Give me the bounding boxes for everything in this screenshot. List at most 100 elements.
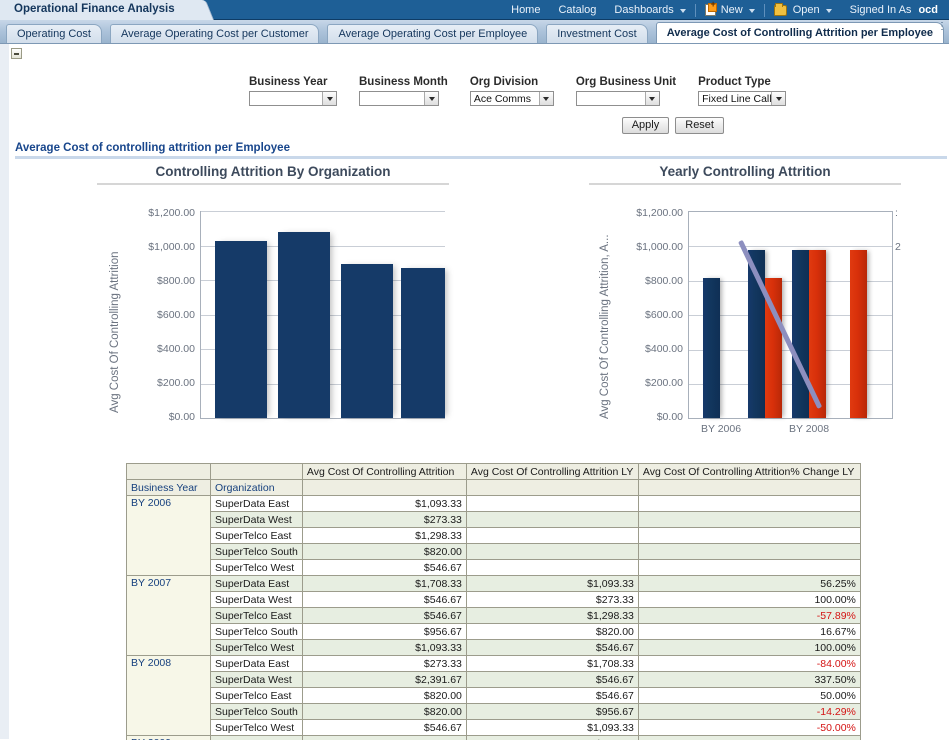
bar-by2006-current[interactable] [703,278,720,418]
nav-open[interactable]: Open [765,0,841,20]
bar-superdata-east[interactable] [215,241,267,418]
dashboard-page: Business Year Business Month Org Divisio… [0,44,949,740]
nav-dashboards[interactable]: Dashboards [605,0,694,20]
cell-organization: SuperTelco West [210,639,303,656]
cell-avg-cost: $820.00 [301,703,467,720]
bar-supertelco-east[interactable] [341,264,393,418]
cell-organization: SuperTelco East [210,687,303,704]
cell-organization: SuperTelco East [210,607,303,624]
chevron-down-icon[interactable] [322,92,336,105]
chart-plot [200,211,445,419]
table-row[interactable]: SuperTelco East $546.67 $1,298.33 -57.89… [127,607,861,624]
header-measure-1[interactable]: Avg Cost Of Controlling Attrition [301,463,467,480]
tab-investment-cost[interactable]: Investment Cost [546,24,648,43]
folder-icon [773,2,787,16]
business-month-select[interactable] [359,91,439,106]
tab-label: Operating Cost [17,28,91,40]
tab-avg-operating-cost-per-customer[interactable]: Average Operating Cost per Customer [109,24,320,43]
chevron-down-icon[interactable] [538,92,553,105]
section-collapse-toggle[interactable] [11,48,25,62]
table-row[interactable]: SuperTelco South $820.00 [127,543,861,560]
chevron-down-icon [825,9,832,13]
bar-supertelco-south[interactable] [401,268,445,418]
cell-avg-cost-ly: $820.00 [465,623,639,640]
table-row[interactable]: SuperTelco West $546.67 $1,093.33 -50.00… [127,719,861,736]
apply-button[interactable]: Apply [621,117,670,134]
table-row[interactable]: SuperData West $2,391.67 $546.67 337.50% [127,671,861,688]
y-tick-label: $1,000.00 [148,241,195,253]
table-row[interactable]: SuperTelco East $820.00 $546.67 50.00% [127,687,861,704]
tab-avg-cost-controlling-attrition-per-employee[interactable]: Average Cost of Controlling Attrition pe… [655,22,944,43]
business-year-select[interactable] [249,91,337,106]
header-business-year[interactable]: Business Year [126,479,211,496]
y-tick-label: $1,200.00 [148,207,195,219]
org-business-unit-select[interactable] [575,91,660,106]
table-row[interactable]: SuperTelco South $956.67 $820.00 16.67% [127,623,861,640]
signed-in-as[interactable]: Signed In As ocd [841,0,947,20]
table-row[interactable]: SuperData West $546.67 $273.33 100.00% [127,591,861,608]
signed-in-user: ocd [918,4,938,16]
cell-avg-cost: $273.33 [301,511,467,528]
cell-avg-cost-ly [465,527,639,544]
nav-open-label: Open [792,4,820,16]
tab-avg-operating-cost-per-employee[interactable]: Average Operating Cost per Employee [327,24,539,43]
table-row[interactable]: SuperTelco West $546.67 [127,559,861,576]
new-page-icon [704,0,717,16]
table-row[interactable]: SuperTelco West $1,093.33 $546.67 100.00… [127,639,861,656]
table-row[interactable]: SuperTelco East $1,298.33 [127,527,861,544]
header-spacer [465,479,639,496]
section-heading: Average Cost of controlling attrition pe… [15,142,947,159]
bar-by2008-current[interactable] [792,250,809,418]
chevron-down-icon[interactable] [771,92,786,105]
prompt-product-type: Product Type Fixed Line Call;I [698,76,787,106]
y-tick-label: $800.00 [645,275,683,287]
tab-operating-cost[interactable]: Operating Cost [6,24,102,43]
org-division-select[interactable]: Ace Comms [469,91,554,106]
table-row[interactable]: SuperData West $273.33 [127,511,861,528]
cell-business-year: BY 2006 [126,495,211,576]
cell-pct-change-ly: 56.25% [637,575,861,592]
chevron-down-icon[interactable] [424,92,438,105]
header-blank-year [126,463,211,480]
table-row[interactable]: BY 2008 SuperData East $273.33 $1,708.33… [126,655,861,736]
table-row[interactable]: BY 2007 SuperData East $1,708.33 $1,093.… [126,575,861,656]
cell-pct-change-ly [637,511,861,528]
bar-superdata-west[interactable] [278,232,330,418]
chart-yearly-controlling-attrition[interactable]: Yearly Controlling Attrition Avg Cost Of… [589,164,901,435]
reset-button[interactable]: Reset [675,117,724,134]
nav-home[interactable]: Home [502,0,549,20]
product-type-select[interactable]: Fixed Line Call;I [698,91,787,106]
bar-by2009-ly[interactable] [850,250,867,418]
global-nav: Home Catalog Dashboards New Open Signed … [502,0,947,20]
cell-avg-cost: $1,093.33 [301,639,467,656]
tab-label: Average Cost of Controlling Attrition pe… [666,27,933,39]
chart-controlling-attrition-by-organization[interactable]: Controlling Attrition By Organization Av… [97,164,449,431]
cell-pct-change-ly [637,735,861,740]
cell-avg-cost-ly: $1,298.33 [465,607,639,624]
tab-strip-menu-icon[interactable]: ⋮ [937,22,947,39]
chevron-down-icon[interactable] [644,92,659,105]
table-row[interactable]: BY 2006 SuperData East $1,093.33 [126,495,861,576]
header-spacer [301,479,467,496]
nav-new-label: New [720,4,743,16]
y-tick-label: $200.00 [645,377,683,389]
cell-organization: SuperData East [210,495,303,512]
nav-new[interactable]: New [696,0,764,20]
cell-avg-cost [301,735,467,740]
cell-business-year: BY 2008 [126,655,211,736]
table-row[interactable]: BY 2009 SuperData East $273.33 [126,735,861,740]
header-measure-3[interactable]: Avg Cost Of Controlling Attrition% Chang… [637,463,861,480]
header-organization[interactable]: Organization [210,479,303,496]
nav-catalog[interactable]: Catalog [549,0,605,20]
cell-avg-cost-ly: $273.33 [465,735,639,740]
chart-title: Yearly Controlling Attrition [659,164,831,179]
cell-organization: SuperTelco West [210,559,303,576]
cell-pct-change-ly: 337.50% [637,671,861,688]
cell-avg-cost: $1,708.33 [301,575,467,592]
chevron-down-icon [748,9,755,13]
minus-icon [11,48,22,59]
header-measure-2[interactable]: Avg Cost Of Controlling Attrition LY [465,463,639,480]
table-row[interactable]: SuperTelco South $820.00 $956.67 -14.29% [127,703,861,720]
gridline [201,211,445,212]
prompt-label: Business Month [359,76,448,88]
